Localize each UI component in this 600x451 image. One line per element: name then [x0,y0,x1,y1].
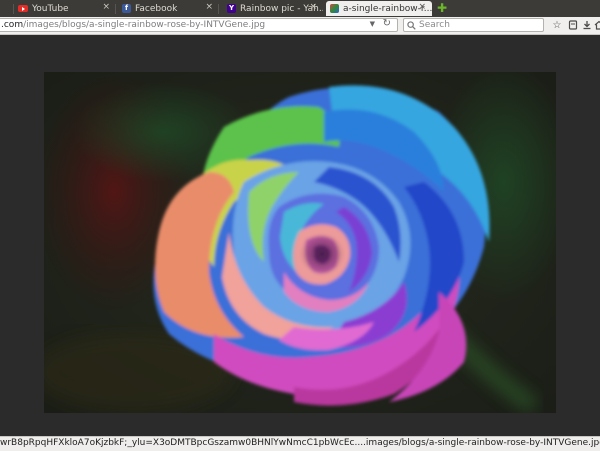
tab-yahoo[interactable]: Y Rainbow pic - Yah... × [222,1,323,16]
new-tab-button[interactable]: ✚ [437,2,447,14]
tab-separator [115,4,116,14]
rainbow-rose-image [34,62,574,414]
navigation-bar: .com/images/blogs/a-single-rainbow-rose-… [0,17,600,35]
yahoo-icon: Y [227,4,236,13]
bookmark-star-icon[interactable]: ☆ [551,19,563,31]
history-dropdown-icon[interactable]: ▼ [370,20,375,28]
tab-strip: YouTube × f Facebook × Y Rainbow pic - Y… [0,0,600,17]
search-icon [407,20,416,30]
close-icon[interactable]: × [309,2,317,12]
tab-label: Facebook [135,3,178,14]
image-icon [330,4,339,13]
tab-youtube[interactable]: YouTube × [15,1,116,16]
close-icon[interactable]: × [418,2,426,12]
address-bar[interactable]: .com/images/blogs/a-single-rainbow-rose-… [0,18,398,32]
url-path: /images/blogs/a-single-rainbow-rose-by-I… [23,20,266,30]
tab-separator [218,4,219,14]
downloads-icon[interactable] [581,19,593,31]
url-domain: .com [1,20,24,30]
tab-partial[interactable] [0,1,14,16]
image-viewer [0,35,600,436]
rainbow-rose-photo[interactable] [34,62,574,414]
tab-separator [13,4,14,14]
youtube-icon [18,5,28,12]
tab-label: YouTube [32,3,69,14]
close-icon[interactable]: × [205,2,213,12]
bookmarks-library-icon[interactable] [567,19,579,31]
reload-icon[interactable]: ↻ [383,19,391,29]
status-bar: wrB8pRpqHFXkloA7oKjzbkF;_ylu=X3oDMTBpcGs… [0,436,600,451]
facebook-icon: f [122,4,131,13]
search-box[interactable] [403,18,544,32]
tab-rainbow-rose-image[interactable]: a-single-rainbow-r... × [326,1,432,16]
search-input[interactable] [416,19,537,31]
close-icon[interactable]: × [102,2,110,12]
tab-facebook[interactable]: f Facebook × [118,1,219,16]
home-icon[interactable] [593,19,600,31]
